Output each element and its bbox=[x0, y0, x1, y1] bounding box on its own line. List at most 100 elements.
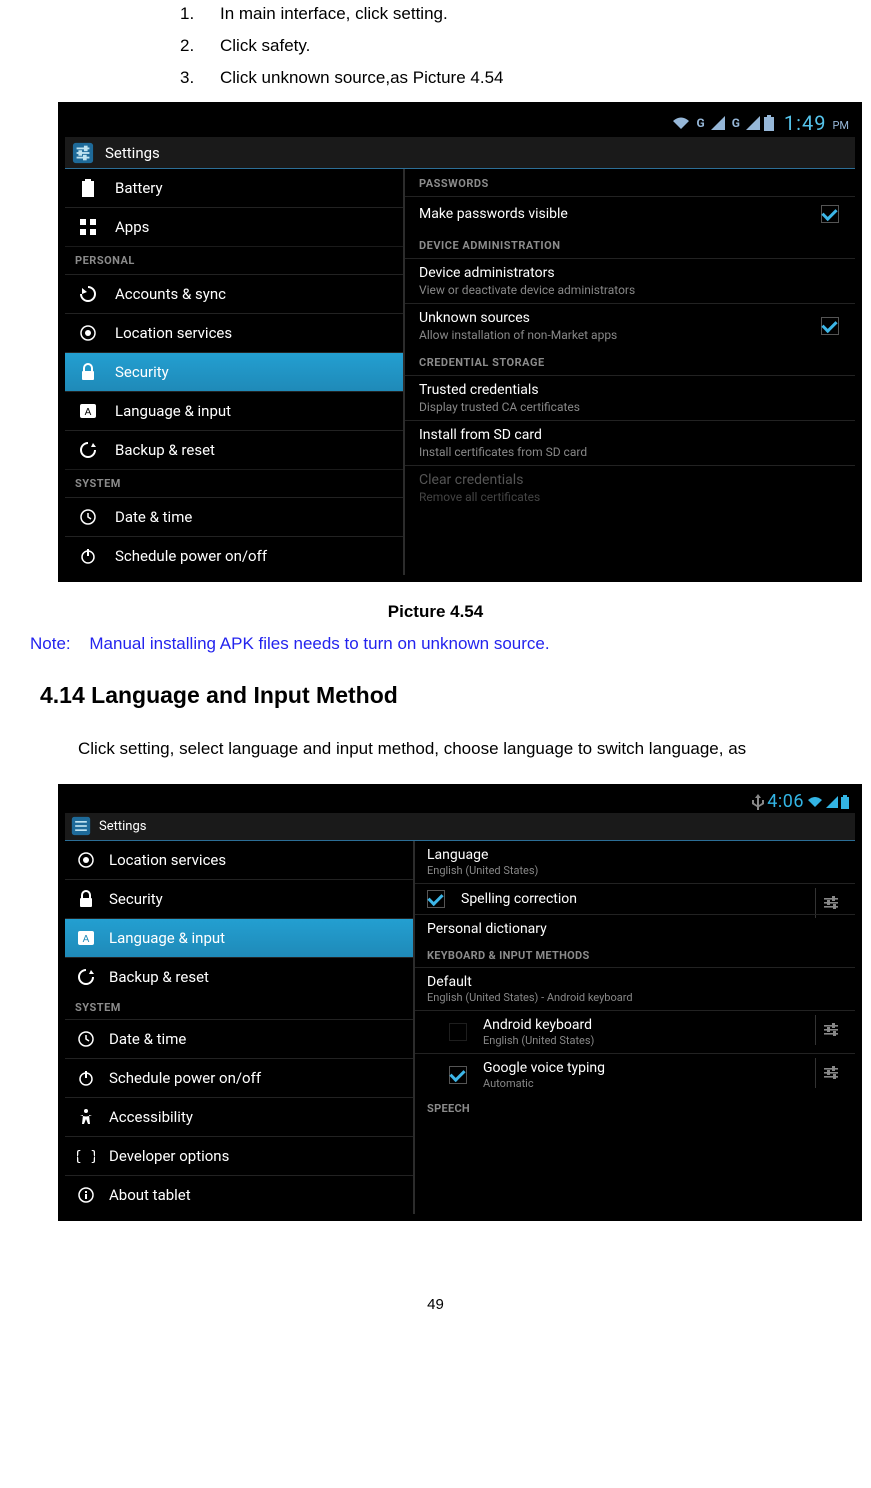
language-icon: A bbox=[75, 927, 97, 949]
instruction-steps: 1. In main interface, click setting. 2. … bbox=[180, 4, 841, 88]
settings-sidebar: Battery Apps PERSONAL Accounts & sync Lo… bbox=[65, 169, 405, 575]
lock-icon bbox=[75, 888, 97, 910]
sidebar-item-label: Battery bbox=[115, 179, 163, 197]
apps-icon bbox=[77, 216, 99, 238]
row-title: Clear credentials bbox=[419, 472, 540, 488]
step-num: 2. bbox=[180, 36, 220, 56]
row-make-passwords-visible[interactable]: Make passwords visible bbox=[405, 196, 855, 231]
sidebar-item-language[interactable]: A Language & input bbox=[65, 391, 403, 430]
settings-sliders-icon[interactable] bbox=[815, 1015, 845, 1045]
sidebar-item-developer[interactable]: { } Developer options bbox=[65, 1136, 413, 1175]
sidebar-item-language[interactable]: A Language & input bbox=[65, 918, 413, 957]
power-icon bbox=[77, 545, 99, 567]
sidebar-item-label: Date & time bbox=[109, 1030, 186, 1048]
sidebar-item-label: Backup & reset bbox=[115, 441, 215, 459]
row-device-administrators[interactable]: Device administrators View or deactivate… bbox=[405, 258, 855, 303]
battery-icon bbox=[841, 795, 849, 809]
row-subtitle: English (United States) bbox=[483, 1034, 594, 1047]
content-header-speech: SPEECH bbox=[415, 1096, 855, 1120]
battery-icon bbox=[77, 177, 99, 199]
developer-icon: { } bbox=[75, 1145, 97, 1167]
sidebar-item-accessibility[interactable]: Accessibility bbox=[65, 1097, 413, 1136]
clock-time: 1:49 bbox=[784, 111, 827, 135]
mobile-g-label: G bbox=[697, 116, 705, 130]
checkbox-icon[interactable] bbox=[821, 317, 839, 335]
sidebar-item-datetime[interactable]: Date & time bbox=[65, 1019, 413, 1058]
row-trusted-credentials[interactable]: Trusted credentials Display trusted CA c… bbox=[405, 375, 855, 420]
checkbox-icon[interactable] bbox=[449, 1066, 467, 1084]
sidebar-item-schedule[interactable]: Schedule power on/off bbox=[65, 536, 403, 575]
note-body: Manual installing APK files needs to tur… bbox=[89, 634, 549, 653]
sidebar-item-location[interactable]: Location services bbox=[65, 313, 403, 352]
row-personal-dictionary[interactable]: Personal dictionary bbox=[415, 914, 855, 943]
row-title: Spelling correction bbox=[461, 891, 577, 907]
row-default-keyboard[interactable]: Default English (United States) - Androi… bbox=[415, 967, 855, 1010]
clock-ampm: PM bbox=[832, 119, 849, 132]
step-1: 1. In main interface, click setting. bbox=[180, 4, 841, 24]
sidebar-item-security[interactable]: Security bbox=[65, 352, 403, 391]
row-subtitle: View or deactivate device administrators bbox=[419, 283, 635, 297]
title-bar: Settings bbox=[65, 137, 855, 169]
sidebar-item-schedule[interactable]: Schedule power on/off bbox=[65, 1058, 413, 1097]
svg-text:A: A bbox=[85, 407, 92, 418]
sidebar-item-apps[interactable]: Apps bbox=[65, 207, 403, 246]
signal-icon-2 bbox=[746, 116, 760, 130]
content-header-passwords: PASSWORDS bbox=[405, 169, 855, 196]
figure-caption: Picture 4.54 bbox=[30, 602, 841, 622]
sidebar-item-security[interactable]: Security bbox=[65, 879, 413, 918]
section-paragraph: Click setting, select language and input… bbox=[78, 735, 841, 764]
backup-icon bbox=[75, 966, 97, 988]
row-language[interactable]: Language English (United States) bbox=[415, 841, 855, 883]
row-install-from-sd[interactable]: Install from SD card Install certificate… bbox=[405, 420, 855, 465]
info-icon bbox=[75, 1184, 97, 1206]
step-text: Click unknown source,as Picture 4.54 bbox=[220, 68, 503, 88]
sidebar-item-location[interactable]: Location services bbox=[65, 841, 413, 879]
checkbox-icon bbox=[449, 1023, 467, 1041]
checkbox-icon[interactable] bbox=[821, 205, 839, 223]
title-bar-text: Settings bbox=[105, 144, 160, 162]
svg-text:A: A bbox=[83, 934, 90, 945]
settings-content: Language English (United States) Spellin… bbox=[415, 841, 855, 1214]
row-subtitle: English (United States) bbox=[427, 864, 538, 877]
row-title: Device administrators bbox=[419, 265, 635, 281]
row-subtitle: Install certificates from SD card bbox=[419, 445, 587, 459]
sidebar-item-label: Accounts & sync bbox=[115, 285, 226, 303]
row-title: Trusted credentials bbox=[419, 382, 580, 398]
row-unknown-sources[interactable]: Unknown sources Allow installation of no… bbox=[405, 303, 855, 348]
row-subtitle: Remove all certificates bbox=[419, 490, 540, 504]
row-title: Language bbox=[427, 847, 538, 863]
wifi-icon bbox=[672, 116, 690, 130]
usb-icon bbox=[752, 794, 764, 810]
row-title: Make passwords visible bbox=[419, 206, 568, 222]
settings-icon bbox=[71, 816, 91, 836]
language-icon: A bbox=[77, 400, 99, 422]
step-num: 3. bbox=[180, 68, 220, 88]
row-android-keyboard[interactable]: Android keyboard English (United States) bbox=[415, 1010, 855, 1053]
sidebar-item-battery[interactable]: Battery bbox=[65, 169, 403, 207]
content-header-device-admin: DEVICE ADMINISTRATION bbox=[405, 231, 855, 258]
sidebar-item-datetime[interactable]: Date & time bbox=[65, 497, 403, 536]
settings-sliders-icon[interactable] bbox=[815, 1058, 845, 1088]
settings-content: PASSWORDS Make passwords visible DEVICE … bbox=[405, 169, 855, 575]
row-title: Google voice typing bbox=[483, 1060, 605, 1076]
sidebar-item-about[interactable]: About tablet bbox=[65, 1175, 413, 1214]
page-number: 49 bbox=[0, 1296, 871, 1313]
section-heading: 4.14 Language and Input Method bbox=[40, 682, 841, 709]
row-title: Android keyboard bbox=[483, 1017, 594, 1033]
sidebar-item-label: Language & input bbox=[109, 929, 225, 947]
sidebar-header-system: SYSTEM bbox=[65, 469, 403, 497]
sidebar-item-backup[interactable]: Backup & reset bbox=[65, 957, 413, 996]
sidebar-item-accounts[interactable]: Accounts & sync bbox=[65, 274, 403, 313]
clock-time: 4:06 bbox=[767, 791, 804, 812]
checkbox-icon[interactable] bbox=[427, 890, 445, 908]
signal-icon bbox=[711, 116, 725, 130]
row-subtitle: Allow installation of non-Market apps bbox=[419, 328, 617, 342]
sidebar-header-system: SYSTEM bbox=[65, 996, 413, 1019]
sidebar-item-label: Language & input bbox=[115, 402, 231, 420]
content-header-keyboard: KEYBOARD & INPUT METHODS bbox=[415, 943, 855, 967]
sidebar-item-label: Location services bbox=[109, 851, 226, 869]
row-spelling-correction[interactable]: Spelling correction bbox=[415, 883, 855, 914]
sidebar-header-personal: PERSONAL bbox=[65, 246, 403, 274]
row-google-voice-typing[interactable]: Google voice typing Automatic bbox=[415, 1053, 855, 1096]
sidebar-item-backup[interactable]: Backup & reset bbox=[65, 430, 403, 469]
